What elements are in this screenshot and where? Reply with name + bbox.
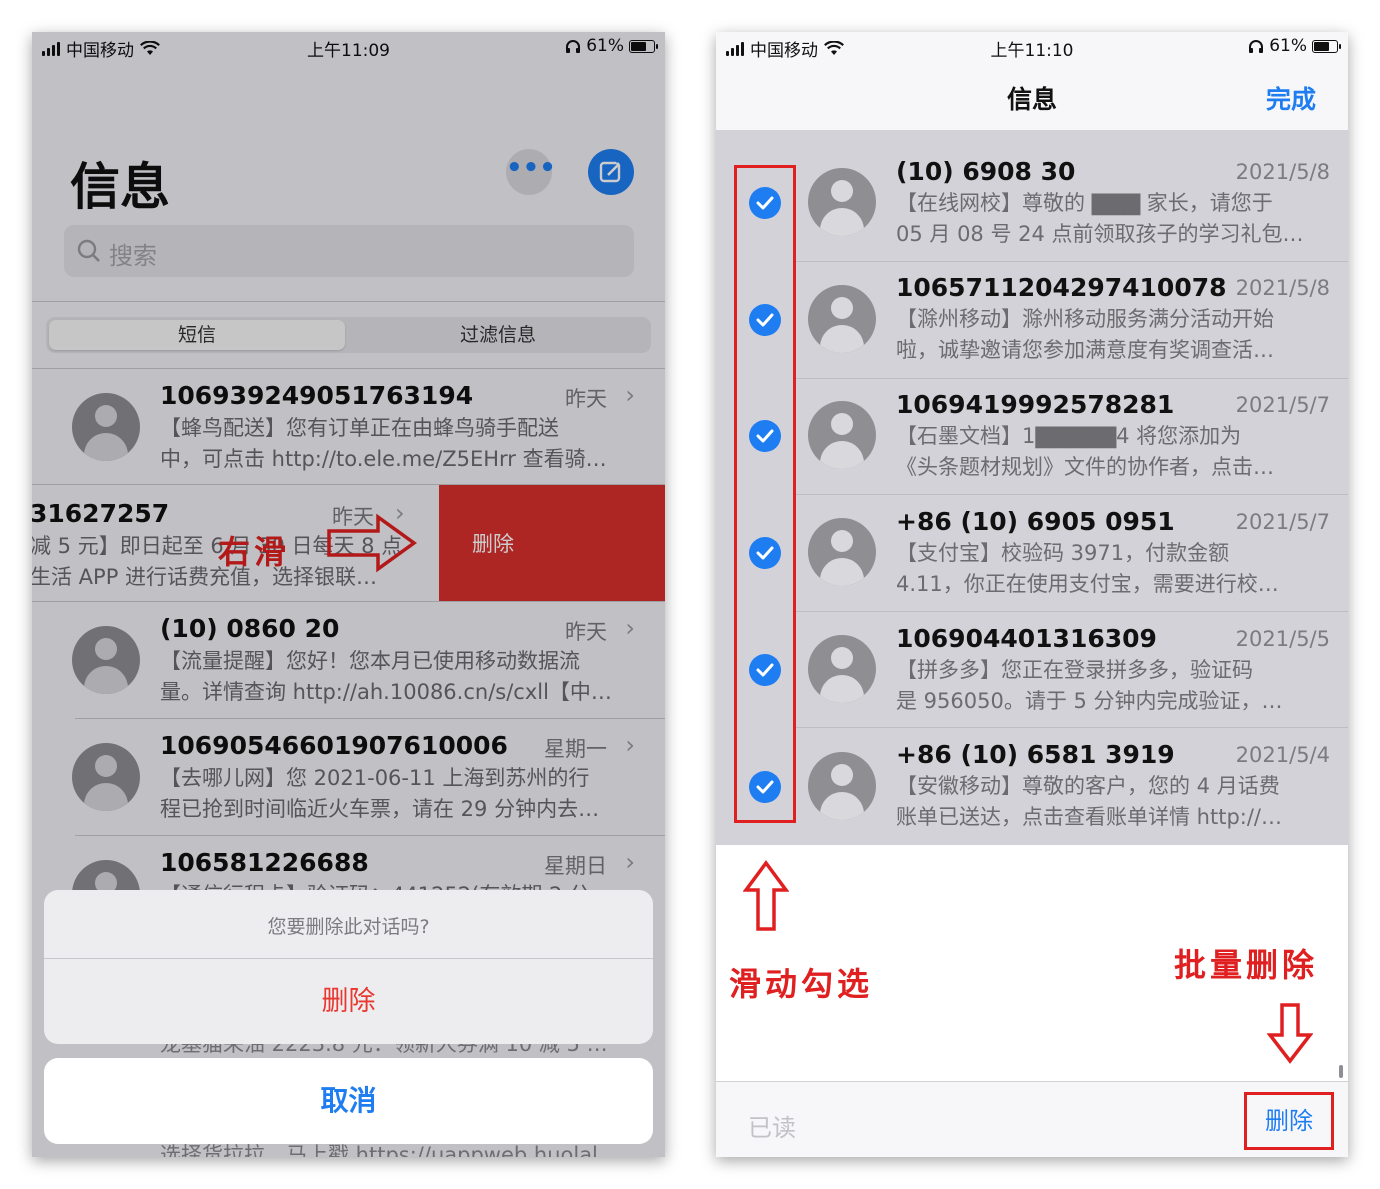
- sender-name: +86 (10) 6581 3919: [896, 740, 1175, 769]
- done-button[interactable]: 完成: [1266, 80, 1316, 116]
- list-item-selected[interactable]: 1069419992578281 2021/5/7 【石墨文档】1▇▇▇▇▇4 …: [716, 364, 1348, 481]
- message-preview: 【滁州移动】滁州移动服务满分活动开始: [896, 307, 1274, 331]
- cancel-button[interactable]: 取消: [44, 1058, 653, 1144]
- avatar: [808, 285, 876, 353]
- list-item-selected[interactable]: +86 (10) 6905 0951 2021/5/7 【支付宝】校验码 397…: [716, 481, 1348, 598]
- nav-title: 信息: [1006, 85, 1057, 114]
- delete-selected-label: 删除: [1265, 1107, 1313, 1135]
- message-preview: 【支付宝】校验码 3971，付款金额: [896, 541, 1230, 565]
- sender-name: 1069419992578281: [896, 390, 1175, 419]
- nav-bar: 中国移动 上午11:10 61% 信息 完成: [716, 32, 1348, 130]
- list-item-selected[interactable]: 106904401316309 2021/5/5 【拼多多】您正在登录拼多多，验…: [716, 598, 1348, 715]
- left-phone-screen: 中国移动 上午11:09 61% 信息 ••• 搜索 短信 过滤信息 10693…: [32, 32, 665, 1157]
- scrollbar[interactable]: [1339, 1065, 1343, 1078]
- list-item-selected[interactable]: 1065711204297410078 2021/5/8 【滁州移动】滁州移动服…: [716, 247, 1348, 364]
- down-arrow-annotation-icon: [1267, 1003, 1313, 1064]
- cancel-label: 取消: [320, 1084, 377, 1117]
- avatar: [808, 401, 876, 469]
- message-time: 2021/5/7: [1235, 510, 1330, 534]
- message-time: 2021/5/8: [1235, 160, 1330, 184]
- delete-selected-button[interactable]: 删除: [1244, 1092, 1334, 1150]
- sender-name: +86 (10) 6905 0951: [896, 507, 1175, 536]
- batch-delete-annotation: 批量删除: [1174, 946, 1319, 984]
- headphones-icon: [1249, 39, 1264, 53]
- avatar: [808, 635, 876, 703]
- message-preview: 【拼多多】您正在登录拼多多，验证码: [896, 658, 1253, 682]
- avatar: [808, 168, 876, 236]
- message-time: 2021/5/8: [1235, 276, 1330, 300]
- message-preview: 是 956050。请于 5 分钟内完成验证，…: [896, 689, 1283, 713]
- battery-icon: [1312, 39, 1341, 53]
- bottom-toolbar: 已读 删除: [716, 1081, 1348, 1157]
- message-list: (10) 6908 30 2021/5/8 【在线网校】尊敬的 ▇▇▇ 家长，请…: [716, 130, 1348, 845]
- message-preview: 【在线网校】尊敬的 ▇▇▇ 家长，请您于: [896, 191, 1273, 215]
- message-time: 2021/5/5: [1235, 627, 1330, 651]
- action-sheet: 您要删除此对话吗? 删除: [44, 890, 653, 1044]
- confirm-delete-label: 删除: [321, 986, 376, 1017]
- message-time: 2021/5/4: [1235, 743, 1330, 767]
- sender-name: (10) 6908 30: [896, 157, 1076, 186]
- action-sheet-question: 您要删除此对话吗?: [267, 916, 430, 938]
- message-preview: 《头条题材规划》文件的协作者，点击…: [896, 455, 1274, 479]
- message-preview: 【安徽移动】尊敬的客户，您的 4 月话费: [896, 774, 1280, 798]
- status-bar: 中国移动 上午11:10 61%: [716, 32, 1348, 62]
- message-preview: 啦，诚挚邀请您参加满意度有奖调查活…: [896, 338, 1274, 362]
- list-item-selected[interactable]: (10) 6908 30 2021/5/8 【在线网校】尊敬的 ▇▇▇ 家长，请…: [716, 130, 1348, 247]
- confirm-delete-button[interactable]: 删除: [44, 959, 653, 1044]
- avatar: [808, 752, 876, 820]
- message-time: 2021/5/7: [1235, 393, 1330, 417]
- message-preview: 账单已送达，点击查看账单详情 http://…: [896, 805, 1283, 829]
- message-preview: 【石墨文档】1▇▇▇▇▇4 将您添加为: [896, 424, 1242, 448]
- battery-percent: 61%: [1269, 36, 1307, 56]
- right-phone-screen: 中国移动 上午11:10 61% 信息 完成 (10) 6908 30 2021…: [716, 32, 1348, 1157]
- up-arrow-annotation-icon: [743, 860, 789, 931]
- checkbox-highlight-box: [734, 165, 796, 823]
- list-item-selected[interactable]: +86 (10) 6581 3919 2021/5/4 【安徽移动】尊敬的客户，…: [716, 715, 1348, 832]
- avatar: [808, 518, 876, 586]
- swipe-select-annotation: 滑动勾选: [729, 965, 874, 1003]
- message-preview: 4.11，你正在使用支付宝，需要进行校…: [896, 572, 1279, 596]
- message-preview: 05 月 08 号 24 点前领取孩子的学习礼包…: [896, 222, 1304, 246]
- mark-read-button[interactable]: 已读: [748, 1108, 796, 1143]
- sender-name: 1065711204297410078: [896, 273, 1227, 302]
- sender-name: 106904401316309: [896, 624, 1157, 653]
